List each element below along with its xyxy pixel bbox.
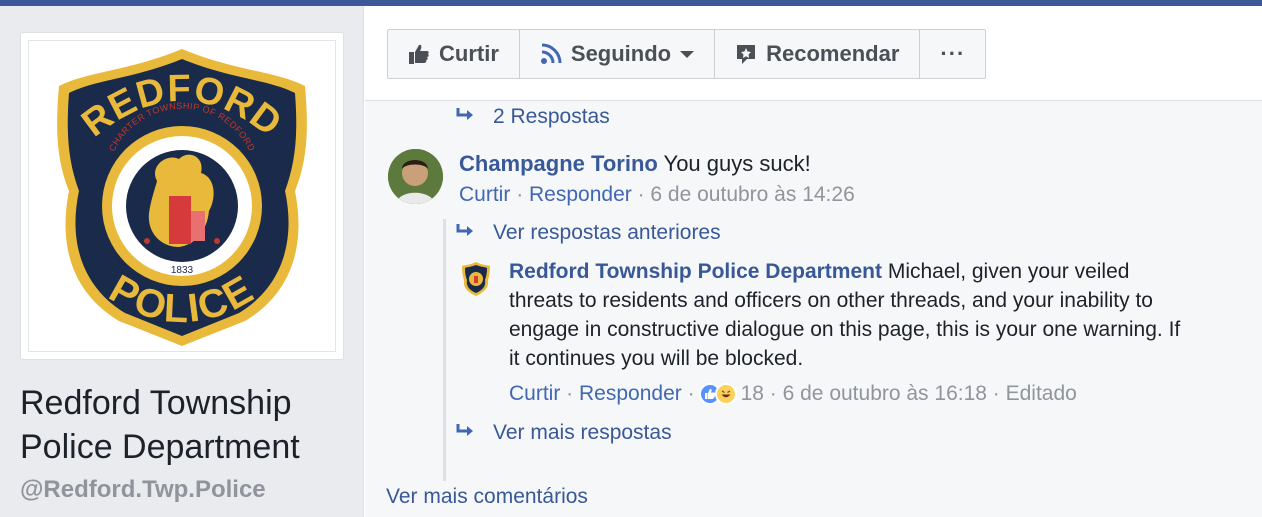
commenter-avatar[interactable] [388, 149, 443, 204]
haha-icon [714, 383, 737, 405]
more-icon: ··· [940, 41, 966, 66]
reply-arrow-icon [455, 221, 475, 245]
previous-replies-label: Ver respostas anteriores [493, 221, 721, 244]
comments-section: 2 Respostas Champagne Torino You guys su… [365, 101, 1262, 517]
more-replies-label: Ver mais respostas [493, 421, 672, 444]
comment-body: Champagne Torino You guys suck! [459, 149, 811, 179]
reply-author-avatar[interactable] [461, 261, 491, 297]
police-badge-logo: REDFORD POLICE CHARTER TOWNSHIP OF REDFO… [28, 40, 336, 352]
more-comments-link[interactable]: Ver mais comentários [386, 485, 588, 509]
reply-arrow-icon [455, 421, 475, 445]
comment-like-link[interactable]: Curtir [459, 183, 510, 206]
reply-author-name[interactable]: Redford Township Police Department [509, 260, 882, 283]
comment-text: You guys suck! [663, 151, 811, 176]
comment-meta: Curtir · Responder · 6 de outubro às 14:… [459, 183, 855, 206]
thumbs-up-icon [408, 43, 430, 65]
following-dropdown-button[interactable]: Seguindo [520, 30, 716, 78]
recommend-label: Recomendar [766, 41, 900, 66]
like-page-button[interactable]: Curtir [388, 30, 520, 78]
comment-author-name[interactable]: Champagne Torino [459, 151, 658, 176]
like-page-label: Curtir [439, 41, 499, 66]
edited-label[interactable]: Editado [1006, 382, 1077, 406]
replies-count-label: 2 Respostas [493, 105, 610, 128]
rss-icon [540, 43, 562, 65]
comment-timestamp[interactable]: 6 de outubro às 14:26 [650, 183, 854, 206]
reply-thread-line [443, 219, 446, 481]
more-options-button[interactable]: ··· [920, 30, 985, 78]
reply-timestamp[interactable]: 6 de outubro às 16:18 [783, 382, 987, 406]
logo-year: 1833 [171, 265, 194, 276]
comment-reply-link[interactable]: Responder [529, 183, 632, 206]
recommend-icon [735, 43, 757, 65]
reply-body: Redford Township Police Department Micha… [509, 257, 1189, 373]
profile-picture[interactable]: REDFORD POLICE CHARTER TOWNSHIP OF REDFO… [20, 32, 344, 360]
recommend-button[interactable]: Recomendar [715, 30, 921, 78]
reaction-count[interactable]: 18 [741, 382, 764, 406]
reply-reply-link[interactable]: Responder [579, 382, 682, 406]
more-replies-link[interactable]: Ver mais respostas [455, 421, 672, 445]
page-title[interactable]: Redford Township Police Department [20, 381, 350, 469]
reaction-summary[interactable] [698, 383, 737, 405]
reply-arrow-icon [455, 105, 475, 129]
action-button-group: Curtir Seguindo Recomendar ··· [387, 29, 987, 79]
page-username[interactable]: @Redford.Twp.Police [20, 476, 266, 504]
following-label: Seguindo [570, 41, 672, 66]
reply-like-link[interactable]: Curtir [509, 382, 560, 406]
replies-link-top[interactable]: 2 Respostas [455, 105, 610, 129]
reply-meta: Curtir · Responder · 18 · 6 de outubro à… [509, 382, 1077, 406]
page-sidebar: REDFORD POLICE CHARTER TOWNSHIP OF REDFO… [0, 6, 364, 517]
main-content: Curtir Seguindo Recomendar ··· 2 Respost… [365, 6, 1262, 517]
caret-down-icon [680, 49, 695, 59]
page-action-bar: Curtir Seguindo Recomendar ··· [365, 6, 1262, 101]
previous-replies-link[interactable]: Ver respostas anteriores [455, 221, 721, 245]
